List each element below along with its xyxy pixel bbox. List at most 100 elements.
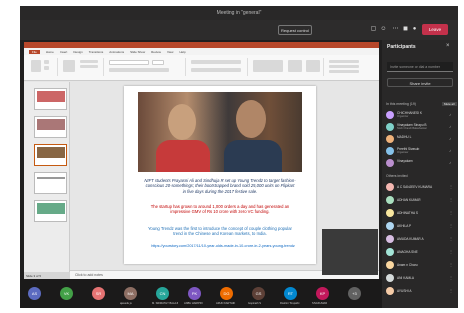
- more-icon[interactable]: ⋮: [449, 210, 453, 215]
- invited-row[interactable]: ANAGHA SNE ⋮: [386, 247, 456, 257]
- participant-row[interactable]: Preethi Sivasub Organiser ♪: [386, 146, 456, 156]
- copy-icon[interactable]: [44, 66, 49, 70]
- mute-all-button[interactable]: Mute all: [442, 102, 457, 106]
- participant-video-avatar[interactable]: RT: [284, 287, 297, 300]
- share-invite-button[interactable]: Share invite: [387, 78, 453, 87]
- participant-row[interactable]: CHICHHANESI K Organizer ♪: [386, 110, 456, 120]
- layout-icon[interactable]: [80, 60, 98, 63]
- find-icon[interactable]: [329, 60, 359, 63]
- invited-row[interactable]: AKHILA P ⋮: [386, 221, 456, 231]
- slide-thumbnail-selected[interactable]: [34, 144, 67, 166]
- participant-row[interactable]: Vinayakam ♪: [386, 158, 456, 168]
- participant-video-avatar[interactable]: CN: [156, 287, 169, 300]
- drawing-group: [250, 58, 324, 76]
- avatar: [386, 222, 394, 230]
- camera-icon[interactable]: ◼: [402, 26, 409, 33]
- teams-meeting-window: Meeting in "general" Request control ▢ ☺…: [20, 6, 458, 308]
- select-icon[interactable]: [329, 70, 359, 73]
- participants-icon[interactable]: ☺: [380, 26, 387, 33]
- new-slide-icon[interactable]: [63, 60, 75, 72]
- tab-insert[interactable]: Insert: [60, 50, 68, 54]
- participant-video-label: M. SRIMATHY BALAJI: [152, 302, 179, 305]
- more-icon[interactable]: ⋮: [449, 223, 453, 228]
- replace-icon[interactable]: [329, 65, 359, 68]
- participant-video-avatar[interactable]: AS: [28, 287, 41, 300]
- font-family-select[interactable]: [109, 60, 149, 65]
- slide-counter: Slide 3 of 5: [26, 274, 42, 278]
- participant-video-avatar[interactable]: PK: [188, 287, 201, 300]
- more-icon[interactable]: ⋯: [392, 26, 399, 33]
- person-right: [224, 140, 282, 172]
- quick-styles-icon[interactable]: [306, 60, 320, 72]
- chat-icon[interactable]: ▢: [370, 26, 377, 33]
- section-in-meeting[interactable]: In this meeting (19): [386, 102, 416, 106]
- participant-video-label: ajaxedu ju: [120, 302, 132, 305]
- reset-icon[interactable]: [80, 65, 98, 68]
- leave-button[interactable]: Leave: [422, 24, 448, 35]
- invited-row[interactable]: AMUDA KUMAR A ⋮: [386, 234, 456, 244]
- mic-icon[interactable]: ●: [411, 26, 418, 33]
- participant-row[interactable]: MADHU L ♪: [386, 134, 456, 144]
- more-icon[interactable]: ⋮: [449, 288, 453, 293]
- tab-file[interactable]: File: [29, 49, 40, 54]
- slide-text-growth: The startup has grown to around 1,000 or…: [150, 204, 290, 215]
- tab-transitions[interactable]: Transitions: [89, 50, 104, 54]
- arrange-icon[interactable]: [288, 60, 302, 72]
- tab-home[interactable]: Home: [46, 50, 54, 54]
- video-gallery: AS VK SR MA ajaxedu ju CN M. SRIMATHY BALAJI PK…: [20, 279, 382, 308]
- more-icon[interactable]: ⋮: [449, 236, 453, 241]
- tab-review[interactable]: Review: [151, 50, 161, 54]
- cut-icon[interactable]: [44, 60, 49, 64]
- current-slide[interactable]: NIFT students Prayasni Ali and Sindhuja …: [124, 86, 316, 264]
- more-icon[interactable]: ⋮: [449, 249, 453, 254]
- more-icon[interactable]: ⋮: [449, 275, 453, 280]
- participant-row[interactable]: Vinayakam Sinapu B Nishi Chandi Balashank…: [386, 122, 456, 132]
- tab-design[interactable]: Design: [73, 50, 82, 54]
- invited-row[interactable]: A C SANJEEV KUMARA ⋮: [386, 182, 456, 192]
- participant-video-avatar[interactable]: VK: [60, 287, 73, 300]
- slide-thumbnail[interactable]: [34, 116, 67, 138]
- slide-thumbnail[interactable]: [34, 88, 67, 110]
- slide-source-link[interactable]: https://yourstory.com/2017/11/10-year-ol…: [138, 244, 308, 248]
- invited-row[interactable]: ADHINATHA S ⋮: [386, 208, 456, 218]
- invited-row[interactable]: ANI KAMLA ⋮: [386, 273, 456, 283]
- tab-help[interactable]: Help: [179, 50, 185, 54]
- shapes-gallery[interactable]: [253, 60, 283, 72]
- participant-video-avatar[interactable]: +3: [348, 287, 361, 300]
- invite-search-input[interactable]: Invite someone or dial a number: [387, 62, 453, 72]
- tab-view[interactable]: View: [167, 50, 173, 54]
- tab-animations[interactable]: Animations: [109, 50, 124, 54]
- slide-thumbnail[interactable]: [34, 172, 67, 194]
- ribbon: [24, 55, 379, 81]
- font-group: [106, 58, 186, 76]
- paragraph-group: [188, 58, 248, 76]
- avatar: [386, 147, 394, 155]
- window-titlebar: Meeting in "general": [20, 6, 458, 20]
- participant-video-avatar[interactable]: DG: [220, 287, 233, 300]
- participant-video-avatar[interactable]: GS: [252, 287, 265, 300]
- avatar: [386, 159, 394, 167]
- align-buttons[interactable]: [191, 68, 241, 72]
- participant-role: Organiser: [397, 151, 409, 154]
- font-format-buttons[interactable]: [109, 68, 169, 72]
- participant-video-avatar[interactable]: MA: [124, 287, 137, 300]
- more-icon[interactable]: ⋮: [449, 184, 453, 189]
- invited-row[interactable]: ADHAN KUMAR ⋮: [386, 195, 456, 205]
- participant-video-avatar[interactable]: KP: [316, 287, 329, 300]
- list-buttons[interactable]: [191, 60, 241, 64]
- mic-icon: ♪: [449, 148, 451, 153]
- paste-icon[interactable]: [31, 60, 41, 72]
- request-control-button[interactable]: Request control: [278, 25, 312, 35]
- slide-thumbnail[interactable]: [34, 200, 67, 222]
- tab-slideshow[interactable]: Slide Show: [130, 50, 145, 54]
- invited-row[interactable]: AYUSHI A ⋮: [386, 286, 456, 296]
- close-icon[interactable]: ×: [446, 43, 450, 49]
- participant-video-avatar[interactable]: SR: [92, 287, 105, 300]
- participant-name: AYUSHI A: [397, 288, 412, 293]
- font-size-select[interactable]: [152, 60, 164, 65]
- avatar: [386, 235, 394, 243]
- section-others[interactable]: Others invited: [386, 174, 408, 178]
- invited-row[interactable]: Anam n Charu ⋮: [386, 260, 456, 270]
- more-icon[interactable]: ⋮: [449, 197, 453, 202]
- more-icon[interactable]: ⋮: [449, 262, 453, 267]
